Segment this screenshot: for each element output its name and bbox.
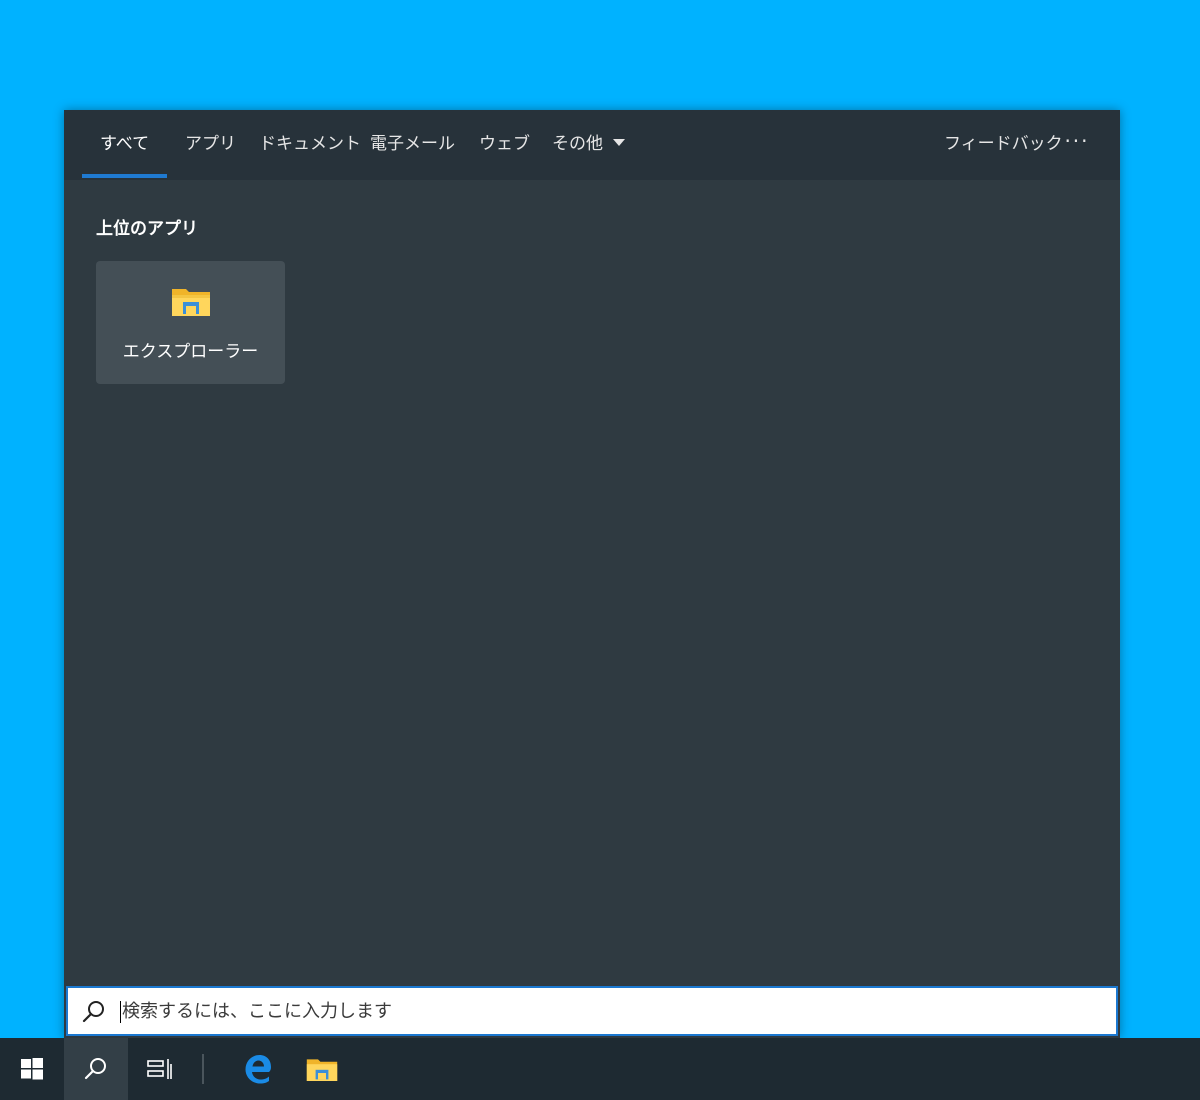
taskbar-file-explorer-button[interactable] — [290, 1038, 354, 1100]
search-box[interactable] — [66, 986, 1118, 1036]
task-view-button[interactable] — [128, 1038, 192, 1100]
feedback-button[interactable]: フィードバック — [944, 110, 1063, 180]
search-icon — [82, 1001, 104, 1023]
top-app-tile-file-explorer[interactable]: エクスプローラー — [96, 261, 285, 384]
file-explorer-icon — [306, 1059, 338, 1081]
search-input[interactable] — [122, 988, 1022, 1034]
taskbar — [0, 1038, 1200, 1100]
tab-documents[interactable]: ドキュメント — [259, 110, 361, 180]
search-filter-bar: すべて アプリ ドキュメント 電子メール ウェブ その他 フィードバック ··· — [64, 110, 1120, 180]
taskbar-search-button[interactable] — [64, 1038, 128, 1100]
tab-email[interactable]: 電子メール — [370, 110, 455, 180]
text-cursor — [120, 1001, 121, 1023]
chevron-down-icon — [613, 138, 625, 146]
start-button[interactable] — [0, 1038, 64, 1100]
file-explorer-icon — [172, 289, 210, 316]
search-icon — [84, 1058, 106, 1080]
tab-more-label: その他 — [552, 134, 603, 154]
tab-more-dropdown[interactable]: その他 — [552, 110, 625, 180]
tab-all[interactable]: すべて — [100, 110, 149, 180]
windows-start-icon — [21, 1058, 43, 1080]
taskbar-edge-button[interactable] — [226, 1038, 290, 1100]
active-tab-indicator — [82, 174, 167, 178]
search-panel: すべて アプリ ドキュメント 電子メール ウェブ その他 フィードバック ···… — [64, 110, 1120, 1038]
edge-browser-icon — [245, 1055, 271, 1084]
task-view-icon — [147, 1059, 172, 1079]
taskbar-separator — [202, 1054, 204, 1084]
top-app-label: エクスプローラー — [122, 342, 259, 362]
more-options-button[interactable]: ··· — [1064, 110, 1090, 180]
tab-apps[interactable]: アプリ — [185, 110, 236, 180]
tab-web[interactable]: ウェブ — [479, 110, 530, 180]
section-title-top-apps: 上位のアプリ — [96, 219, 198, 239]
